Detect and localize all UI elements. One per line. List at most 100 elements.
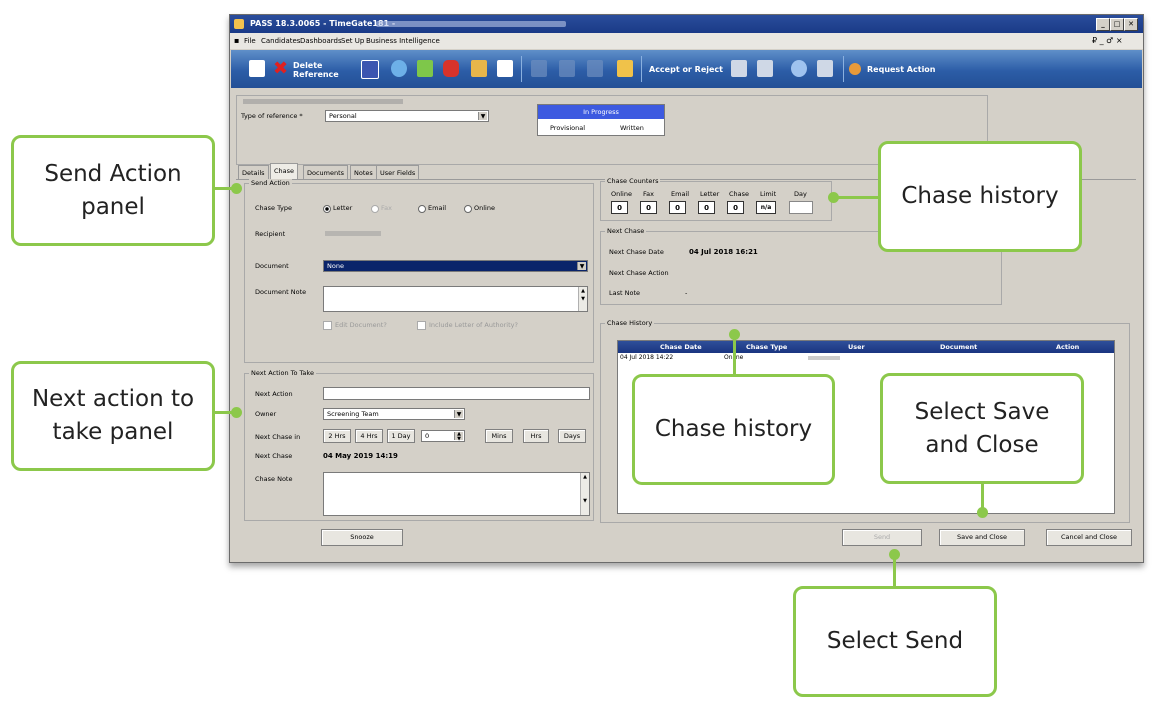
unit-hrs-button[interactable]: Hrs: [523, 429, 549, 443]
callout-text: Next action to take panel: [31, 386, 195, 445]
maximize-button[interactable]: □: [1110, 18, 1124, 31]
document-value: None: [327, 262, 344, 270]
chase-note-label: Chase Note: [255, 475, 293, 483]
status-provisional[interactable]: Provisional: [550, 124, 585, 132]
tab-notes[interactable]: Notes: [350, 165, 377, 180]
counter-fax-label: Fax: [643, 190, 654, 198]
include-letter-checkbox[interactable]: [417, 321, 426, 330]
menu-dashboards[interactable]: Dashboards: [300, 33, 342, 49]
next-icon[interactable]: [587, 60, 603, 77]
chase-interval-stepper[interactable]: 0 ▲ ▼: [421, 430, 465, 442]
menu-candidates[interactable]: Candidates: [261, 33, 300, 49]
quick-4hrs-button[interactable]: 4 Hrs: [355, 429, 383, 443]
main-toolbar: ✖ Delete Reference Accept or Reject Requ…: [231, 50, 1142, 88]
chase-note-input[interactable]: ▲ ▼: [323, 472, 590, 516]
counter-email-value: 0: [669, 201, 686, 214]
comment-icon[interactable]: [817, 60, 833, 77]
radio-email[interactable]: [418, 205, 426, 213]
scrollbar[interactable]: ▲ ▼: [580, 473, 589, 515]
snooze-button[interactable]: Snooze: [321, 529, 403, 546]
status-written[interactable]: Written: [620, 124, 644, 132]
column-chase-type[interactable]: Chase Type: [746, 341, 787, 353]
callout-select-save-close: Select Save and Close: [880, 373, 1084, 484]
scrollbar[interactable]: ▲ ▼: [578, 287, 587, 311]
delete-icon[interactable]: ✖: [273, 60, 289, 78]
refresh-icon[interactable]: [391, 60, 407, 77]
folder-icon[interactable]: [617, 60, 633, 77]
chevron-down-icon: ▼: [478, 112, 487, 120]
search-icon[interactable]: [791, 60, 807, 77]
radio-online-label: Online: [474, 204, 495, 212]
callout-text: Chase history: [901, 183, 1059, 209]
quick-2hrs-button[interactable]: 2 Hrs: [323, 429, 351, 443]
menu-window-controls[interactable]: ₽ _ ♂ ×: [1092, 33, 1123, 49]
unit-mins-button[interactable]: Mins: [485, 429, 513, 443]
document-select[interactable]: None ▼: [323, 260, 588, 272]
next-action-input[interactable]: [323, 387, 590, 400]
document-note-input[interactable]: ▲ ▼: [323, 286, 588, 312]
counter-chase-label: Chase: [729, 190, 750, 198]
menu-business-intelligence[interactable]: Business Intelligence: [366, 33, 440, 49]
accept-icon[interactable]: [731, 60, 747, 77]
new-document-icon[interactable]: [249, 60, 265, 77]
counter-day-value: [789, 201, 813, 214]
accept-or-reject-button[interactable]: Accept or Reject: [649, 65, 723, 74]
counter-limit-value: n/a: [756, 201, 776, 214]
callout-select-send: Select Send: [793, 586, 997, 697]
reject-icon[interactable]: [757, 60, 773, 77]
reference-header: Type of reference * Personal ▼ In Progre…: [236, 95, 988, 165]
column-action[interactable]: Action: [1056, 341, 1079, 353]
save-and-close-button[interactable]: Save and Close: [939, 529, 1025, 546]
window-title: PASS 18.3.0065 - TimeGate181 -: [250, 19, 396, 28]
tab-chase[interactable]: Chase: [270, 163, 299, 180]
status-in-progress[interactable]: In Progress: [538, 105, 664, 119]
back-icon[interactable]: [531, 60, 547, 77]
quick-1day-button[interactable]: 1 Day: [387, 429, 415, 443]
radio-letter[interactable]: [323, 205, 331, 213]
connector-dot: [889, 549, 900, 560]
delete-reference-button[interactable]: Delete Reference: [293, 61, 343, 79]
radio-online[interactable]: [464, 205, 472, 213]
column-document[interactable]: Document: [940, 341, 977, 353]
close-button[interactable]: ✕: [1124, 18, 1138, 31]
menu-setup[interactable]: Set Up: [341, 33, 364, 49]
callout-chase-history-top: Chase history: [878, 141, 1082, 252]
next-chase-date-label: Next Chase Date: [609, 248, 664, 256]
status-selector[interactable]: In Progress Provisional Written: [537, 104, 665, 136]
spinner-arrows-icon[interactable]: ▲ ▼: [454, 432, 463, 442]
request-action-icon[interactable]: [849, 63, 861, 75]
request-action-button[interactable]: Request Action: [867, 65, 936, 74]
print-icon[interactable]: [471, 60, 487, 77]
type-of-reference-select[interactable]: Personal ▼: [325, 110, 489, 122]
type-of-reference-value: Personal: [329, 112, 357, 120]
next-action-title: Next Action To Take: [249, 369, 316, 377]
row-chase-date: 04 Jul 2018 14:22: [620, 354, 674, 361]
edit-document-checkbox[interactable]: [323, 321, 332, 330]
radio-letter-label: Letter: [333, 204, 353, 212]
tab-user-fields[interactable]: User Fields: [376, 165, 420, 180]
toolbar-separator: [641, 56, 642, 82]
radio-email-label: Email: [428, 204, 447, 212]
counter-letter-value: 0: [698, 201, 715, 214]
upload-icon[interactable]: [417, 60, 433, 77]
column-user[interactable]: User: [848, 341, 865, 353]
redacted-recipient: [325, 231, 381, 236]
callout-text: Select Save and Close: [914, 398, 1050, 458]
unit-days-button[interactable]: Days: [558, 429, 586, 443]
tab-details[interactable]: Details: [238, 165, 269, 180]
cancel-and-close-button[interactable]: Cancel and Close: [1046, 529, 1132, 546]
minimize-button[interactable]: _: [1096, 18, 1110, 31]
edit-icon[interactable]: [497, 60, 513, 77]
hold-icon[interactable]: [443, 60, 459, 77]
save-icon[interactable]: [361, 60, 379, 79]
table-row[interactable]: 04 Jul 2018 14:22 Online: [618, 353, 1114, 363]
menu-file[interactable]: File: [244, 33, 256, 49]
app-menu-icon[interactable]: ▪: [234, 33, 239, 49]
forward-icon[interactable]: [559, 60, 575, 77]
column-chase-date[interactable]: Chase Date: [660, 341, 702, 353]
radio-fax[interactable]: [371, 205, 379, 213]
owner-select[interactable]: Screening Team ▼: [323, 408, 465, 420]
redacted-title-text: [376, 21, 566, 27]
tab-documents[interactable]: Documents: [303, 165, 349, 180]
send-button[interactable]: Send: [842, 529, 922, 546]
